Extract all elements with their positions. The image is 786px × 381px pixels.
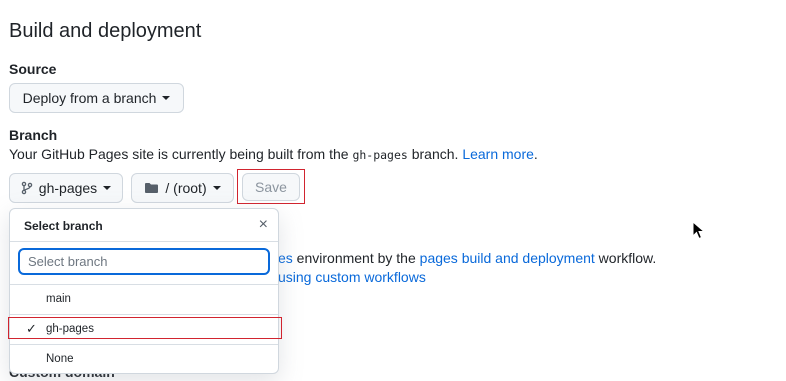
folder-icon bbox=[145, 183, 159, 193]
menu-title: Select branch bbox=[24, 219, 103, 233]
branch-select-menu: Select branch × main ✓ gh-pages None bbox=[9, 208, 279, 374]
branch-select-button[interactable]: gh-pages bbox=[9, 173, 123, 203]
branch-label: Branch bbox=[9, 127, 58, 143]
workflow-text-end: workflow. bbox=[594, 250, 657, 266]
section-title: Build and deployment bbox=[9, 20, 202, 42]
menu-item-none[interactable]: None bbox=[10, 345, 278, 373]
caret-down-icon bbox=[103, 186, 112, 190]
menu-item-main[interactable]: main bbox=[10, 285, 278, 315]
custom-workflows-link[interactable]: using custom workflows bbox=[278, 269, 426, 285]
mouse-pointer-icon bbox=[692, 221, 706, 240]
source-dropdown-label: Deploy from a branch bbox=[22, 90, 157, 106]
branch-description-end: . bbox=[533, 146, 538, 162]
folder-select-label: / (root) bbox=[165, 180, 207, 196]
folder-select-button[interactable]: / (root) bbox=[131, 173, 234, 203]
menu-item-label: main bbox=[46, 293, 71, 305]
save-button[interactable]: Save bbox=[242, 173, 300, 201]
branch-select-label: gh-pages bbox=[38, 180, 98, 196]
source-label: Source bbox=[9, 61, 57, 77]
branch-description: Your GitHub Pages site is currently bein… bbox=[9, 146, 538, 162]
git-branch-icon bbox=[21, 181, 33, 195]
branch-filter-input[interactable] bbox=[18, 248, 270, 275]
menu-item-label: None bbox=[46, 353, 74, 365]
branch-description-text-2: branch. bbox=[407, 146, 463, 162]
gh-pages-option-highlight bbox=[8, 317, 282, 339]
pages-build-link[interactable]: pages build and deployment bbox=[420, 250, 595, 266]
workflow-text: environment by the bbox=[292, 250, 420, 266]
close-icon[interactable]: × bbox=[259, 216, 268, 234]
workflow-env-link[interactable]: es bbox=[278, 250, 293, 266]
learn-more-link[interactable]: Learn more bbox=[462, 146, 534, 162]
menu-filter bbox=[10, 242, 278, 285]
branch-description-text: Your GitHub Pages site is currently bein… bbox=[9, 146, 353, 162]
workflow-description: es environment by the pages build and de… bbox=[278, 250, 656, 266]
branch-code: gh-pages bbox=[352, 148, 408, 162]
custom-workflows-line: using custom workflows bbox=[278, 269, 426, 285]
source-dropdown-button[interactable]: Deploy from a branch bbox=[9, 83, 184, 113]
caret-down-icon bbox=[212, 186, 221, 190]
menu-header: Select branch × bbox=[10, 209, 278, 242]
caret-down-icon bbox=[162, 96, 171, 100]
